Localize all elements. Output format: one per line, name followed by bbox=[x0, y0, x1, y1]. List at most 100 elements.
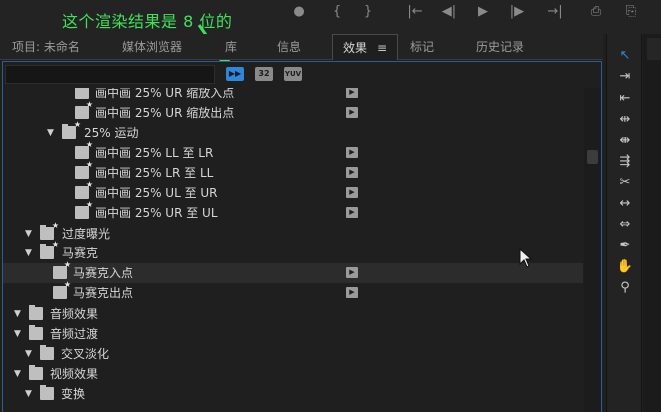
expand-triangle-icon[interactable]: ▼ bbox=[25, 228, 35, 240]
effects-search-input[interactable] bbox=[5, 65, 215, 84]
folder-label: 过度曝光 bbox=[62, 227, 111, 241]
program-monitor-controls: 这个渲染结果是 8 位的 ● { } |← ◀| ▶ |▶ →| ⎙ ⎘ bbox=[0, 0, 661, 34]
tab-media-browser[interactable]: 媒体浏览器 bbox=[122, 34, 182, 60]
folder-label: 马赛克 bbox=[62, 246, 99, 260]
folder-icon bbox=[29, 365, 43, 380]
effect-preset-icon bbox=[75, 200, 93, 219]
expand-triangle-icon[interactable]: ▼ bbox=[47, 127, 57, 139]
go-to-in-button[interactable]: |← bbox=[404, 3, 426, 21]
tab-project[interactable]: 项目: 未命名 bbox=[12, 34, 80, 60]
folder-icon bbox=[40, 345, 54, 360]
folder-label: 25% 运动 bbox=[84, 126, 139, 140]
effect-item-label: 马赛克出点 bbox=[73, 286, 134, 300]
razor-tool-icon[interactable]: ✂ bbox=[615, 175, 635, 191]
track-select-backward-tool-icon[interactable]: ⇤ bbox=[615, 91, 635, 107]
expand-triangle-icon[interactable]: ▼ bbox=[14, 308, 24, 320]
tab-history[interactable]: 历史记录 bbox=[476, 34, 524, 60]
ripple-edit-tool-icon[interactable]: ⇹ bbox=[615, 112, 635, 128]
accelerated-badge-icon: ▶ bbox=[346, 267, 358, 278]
insert-button[interactable]: ⎙ bbox=[585, 3, 607, 21]
tab-libraries[interactable]: 库 bbox=[225, 34, 237, 60]
folder-label: 视频效果 bbox=[50, 367, 99, 381]
accelerated-badge-icon: ▶ bbox=[346, 147, 358, 158]
expand-triangle-icon[interactable]: ▼ bbox=[14, 328, 24, 340]
preset-folder-icon bbox=[62, 120, 81, 139]
tab-effects[interactable]: 效果 ≡ bbox=[332, 34, 399, 60]
zoom-tool-icon[interactable]: ⚲ bbox=[615, 280, 635, 296]
mark-in-button[interactable]: { bbox=[326, 3, 348, 21]
preset-folder-icon bbox=[40, 221, 59, 240]
slip-tool-icon[interactable]: ↔ bbox=[615, 196, 635, 212]
effect-preset-icon bbox=[75, 100, 93, 119]
premiere-workspace: 这个渲染结果是 8 位的 ● { } |← ◀| ▶ |▶ →| ⎙ ⎘ 项目:… bbox=[0, 0, 661, 412]
timeline-tab[interactable] bbox=[647, 38, 661, 60]
accelerated-badge-icon: ▶ bbox=[346, 88, 358, 98]
effect-folder[interactable]: ▼ 视频效果 bbox=[3, 364, 583, 384]
effect-item-label: 画中画 25% UL 至 UR bbox=[95, 186, 218, 200]
effect-preset-icon bbox=[75, 88, 93, 99]
scrollbar-thumb[interactable] bbox=[587, 150, 598, 164]
panel-menu-icon[interactable]: ≡ bbox=[377, 41, 387, 55]
effect-item-label: 画中画 25% LL 至 LR bbox=[95, 146, 214, 160]
slide-tool-icon[interactable]: ⇔ bbox=[615, 217, 635, 233]
mark-out-button[interactable]: } bbox=[357, 3, 379, 21]
effect-folder[interactable]: ▼ 音频效果 bbox=[3, 304, 583, 324]
effect-folder[interactable]: ▼ 过度曝光 bbox=[3, 221, 583, 244]
tools-panel: ↖ ⇥ ⇤ ⇹ ⇼ ⇶ ✂ ↔ ⇔ ✒ ✋ ⚲ bbox=[606, 34, 642, 412]
accelerated-effects-filter-button[interactable]: ▶▶ bbox=[226, 67, 244, 81]
effect-preset-icon bbox=[53, 280, 71, 299]
track-select-forward-tool-icon[interactable]: ⇥ bbox=[615, 69, 635, 85]
effect-item-label: 画中画 25% UR 缩放入点 bbox=[95, 88, 235, 100]
effect-item-label: 画中画 25% UR 至 UL bbox=[95, 206, 218, 220]
effects-scrollbar[interactable] bbox=[584, 88, 601, 412]
effect-item[interactable]: 马赛克入点 ▶ bbox=[3, 260, 583, 283]
timeline-panel-edge bbox=[643, 34, 661, 412]
tab-markers[interactable]: 标记 bbox=[410, 34, 434, 60]
effects-panel: ⚲ ▶▶ 32 YUV 画中画 25% UR 缩放入点 ▶ 画中画 25% UR… bbox=[2, 61, 602, 412]
folder-label: 交叉淡化 bbox=[61, 347, 110, 361]
32bit-effects-filter-button[interactable]: 32 bbox=[255, 67, 273, 81]
selection-tool-icon[interactable]: ↖ bbox=[615, 48, 635, 64]
effects-tree: 画中画 25% UR 缩放入点 ▶ 画中画 25% UR 缩放出点 ▶ ▼ 25… bbox=[3, 88, 583, 412]
panel-tab-bar: 项目: 未命名 媒体浏览器 库 信息 效果 ≡ 标记 历史记录 bbox=[0, 34, 603, 60]
hand-tool-icon[interactable]: ✋ bbox=[615, 259, 635, 275]
mouse-cursor-icon bbox=[519, 248, 533, 268]
effect-item-label: 画中画 25% UR 缩放出点 bbox=[95, 106, 235, 120]
effect-preset-icon bbox=[75, 160, 93, 179]
go-to-out-button[interactable]: →| bbox=[544, 3, 566, 21]
effect-item[interactable]: 画中画 25% UR 至 UL ▶ bbox=[3, 200, 583, 223]
overwrite-button[interactable]: ⎘ bbox=[620, 3, 642, 21]
tab-info[interactable]: 信息 bbox=[277, 34, 301, 60]
expand-triangle-icon[interactable]: ▼ bbox=[14, 368, 24, 380]
pen-tool-icon[interactable]: ✒ bbox=[615, 238, 635, 254]
play-button[interactable]: ▶ bbox=[472, 3, 494, 21]
folder-label: 音频效果 bbox=[50, 307, 99, 321]
effect-folder[interactable]: ▼ 马赛克 bbox=[3, 240, 583, 263]
preset-folder-icon bbox=[40, 240, 59, 259]
accelerated-badge-icon: ▶ bbox=[346, 107, 358, 118]
effect-preset-icon bbox=[75, 180, 93, 199]
step-back-button[interactable]: ◀| bbox=[438, 3, 460, 21]
effect-preset-icon bbox=[53, 260, 71, 279]
effect-folder[interactable]: ▼ 交叉淡化 bbox=[3, 344, 583, 364]
expand-triangle-icon[interactable]: ▼ bbox=[25, 348, 35, 360]
effect-item[interactable]: 画中画 25% UR 缩放出点 ▶ bbox=[3, 100, 583, 123]
step-forward-button[interactable]: |▶ bbox=[506, 3, 528, 21]
folder-icon bbox=[40, 385, 54, 400]
effect-preset-icon bbox=[75, 140, 93, 159]
effects-search-row: ⚲ ▶▶ 32 YUV bbox=[3, 62, 601, 88]
accelerated-badge-icon: ▶ bbox=[346, 187, 358, 198]
tab-effects-label: 效果 bbox=[343, 41, 368, 55]
folder-icon bbox=[29, 305, 43, 320]
yuv-effects-filter-button[interactable]: YUV bbox=[284, 67, 302, 81]
expand-triangle-icon[interactable]: ▼ bbox=[25, 388, 35, 400]
add-marker-button[interactable]: ● bbox=[288, 3, 310, 21]
effect-item[interactable]: 马赛克出点 ▶ bbox=[3, 280, 583, 303]
rate-stretch-tool-icon[interactable]: ⇶ bbox=[615, 154, 635, 170]
rolling-edit-tool-icon[interactable]: ⇼ bbox=[615, 133, 635, 149]
effect-folder[interactable]: ▼ 音频过渡 bbox=[3, 324, 583, 344]
effect-item-label: 画中画 25% LR 至 LL bbox=[95, 166, 214, 180]
expand-triangle-icon[interactable]: ▼ bbox=[25, 247, 35, 259]
effect-folder[interactable]: ▼ 变换 bbox=[3, 384, 583, 404]
accelerated-badge-icon: ▶ bbox=[346, 207, 358, 218]
